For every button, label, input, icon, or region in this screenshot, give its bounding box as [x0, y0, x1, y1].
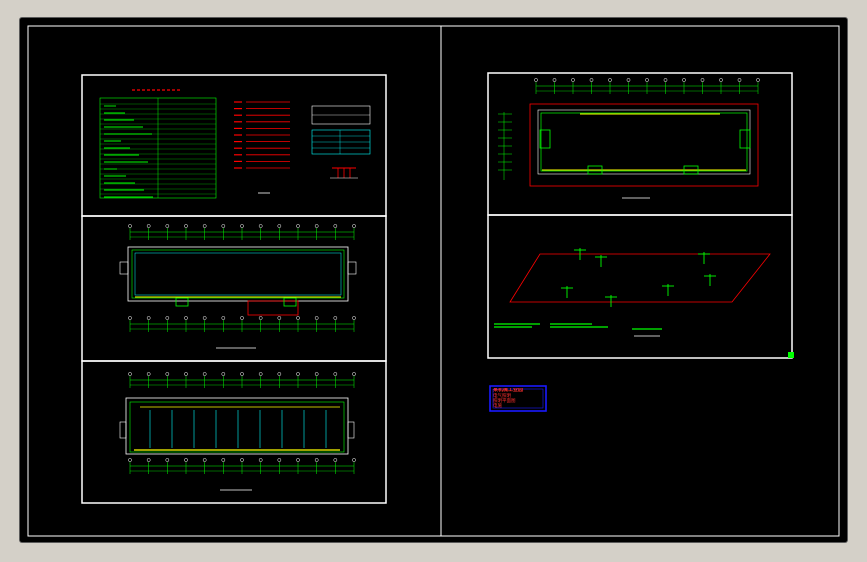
- material-schedule-table: [99, 89, 217, 199]
- column-grid-bubble: [128, 224, 132, 228]
- column-grid-bubble: [296, 316, 300, 320]
- grounding-isometric-drawing: [494, 248, 771, 337]
- column-grid-bubble: [626, 78, 631, 82]
- column-grid-bubble: [184, 224, 188, 228]
- column-grid-bubble: [240, 224, 244, 228]
- column-grid-bubble: [165, 372, 170, 376]
- column-grid-bubble: [737, 78, 742, 82]
- entrance-canopy: [175, 297, 189, 307]
- column-grid-bubble: [314, 224, 319, 228]
- stair-block: [347, 421, 355, 439]
- column-grid-bubble: [663, 78, 668, 82]
- column-grid-bubble: [258, 316, 263, 320]
- column-grid-bubble: [277, 458, 282, 462]
- column-grid-bubble: [184, 458, 188, 462]
- power-plan-drawing: [119, 224, 357, 349]
- building-outline: [127, 246, 349, 302]
- column-grid-bubble: [314, 458, 319, 462]
- column-grid-bubble: [202, 224, 207, 228]
- grounding-panel: [487, 214, 793, 359]
- column-grid-bubble: [352, 458, 356, 462]
- column-grid-bubble: [314, 316, 319, 320]
- cad-model-space: 某机械工业园 电气照明 照明平面图 电施: [20, 18, 847, 542]
- legend-panel: [81, 74, 387, 217]
- column-grid-bubble: [128, 372, 132, 376]
- column-grid-bubble: [296, 372, 300, 376]
- column-grid-bubble: [184, 316, 188, 320]
- stair-block: [119, 261, 129, 275]
- column-grid-bubble: [128, 458, 132, 462]
- column-grid-bubble: [645, 78, 649, 82]
- column-grid-bubble: [165, 316, 170, 320]
- lighting-plan-panel: [81, 360, 387, 504]
- column-grid-bubble: [682, 78, 686, 82]
- column-grid-bubble: [128, 316, 132, 320]
- column-grid-bubble: [534, 78, 538, 82]
- column-grid-bubble: [277, 224, 282, 228]
- column-grid-bubble: [146, 316, 151, 320]
- column-grid-bubble: [221, 316, 226, 320]
- column-grid-bubble: [221, 458, 226, 462]
- column-grid-bubble: [296, 458, 300, 462]
- building-outline: [125, 397, 349, 455]
- roof-outline: [529, 103, 759, 187]
- column-grid-bubble: [314, 372, 319, 376]
- column-grid-bubble: [258, 458, 263, 462]
- stamp-line-4: 电施: [493, 403, 502, 409]
- column-grid-bubble: [571, 78, 575, 82]
- column-grid-bubble: [202, 372, 207, 376]
- column-grid-bubble: [333, 316, 338, 320]
- distribution-room: [247, 300, 299, 316]
- column-grid-bubble: [333, 224, 338, 228]
- column-grid-bubble: [352, 372, 356, 376]
- down-conductor-box: [739, 129, 751, 149]
- column-grid-bubble: [352, 316, 356, 320]
- lighting-plan-drawing: [119, 372, 356, 491]
- wall-inner: [131, 249, 345, 299]
- stamp-text: 某机械工业园 电气照明 照明平面图 电施: [493, 388, 545, 410]
- column-grid-bubble: [296, 224, 300, 228]
- column-grid-bubble: [333, 372, 338, 376]
- column-grid-bubble: [240, 316, 244, 320]
- column-grid-bubble: [146, 372, 151, 376]
- column-grid-bubble: [333, 458, 338, 462]
- column-grid-bubble: [240, 372, 244, 376]
- column-grid-bubble: [352, 224, 356, 228]
- column-grid-bubble: [608, 78, 612, 82]
- system-table: [311, 105, 371, 179]
- column-grid-bubble: [202, 458, 207, 462]
- column-grid-bubble: [184, 372, 188, 376]
- column-grid-bubble: [700, 78, 705, 82]
- column-grid-bubble: [146, 224, 151, 228]
- wall-inner: [129, 401, 345, 453]
- stair-block: [347, 261, 357, 275]
- column-grid-bubble: [756, 78, 760, 82]
- column-grid-bubble: [258, 372, 263, 376]
- entrance-canopy: [283, 297, 297, 307]
- column-grid-bubble: [240, 458, 244, 462]
- roof-plan-panel: [487, 72, 793, 216]
- column-grid-bubble: [221, 372, 226, 376]
- cable-tray: [134, 252, 342, 296]
- column-grid-bubble: [719, 78, 723, 82]
- drawing-canvas: [27, 25, 840, 537]
- column-grid-bubble: [589, 78, 594, 82]
- column-grid-bubble: [165, 458, 170, 462]
- parapet-outline: [537, 109, 751, 175]
- insertion-grip: [788, 352, 794, 358]
- column-grid-bubble: [202, 316, 207, 320]
- column-grid-bubble: [221, 224, 226, 228]
- right-sheet-border: [440, 25, 840, 537]
- column-grid-bubble: [258, 224, 263, 228]
- column-grid-bubble: [277, 316, 282, 320]
- column-grid-bubble: [552, 78, 557, 82]
- down-conductor-box: [539, 129, 551, 149]
- legend-symbols: [234, 101, 290, 169]
- lightning-belt: [540, 112, 748, 172]
- column-grid-bubble: [277, 372, 282, 376]
- column-grid-bubble: [165, 224, 170, 228]
- roof-lightning-plan-drawing: [498, 78, 760, 199]
- column-grid-bubble: [146, 458, 151, 462]
- stair-block: [119, 421, 127, 439]
